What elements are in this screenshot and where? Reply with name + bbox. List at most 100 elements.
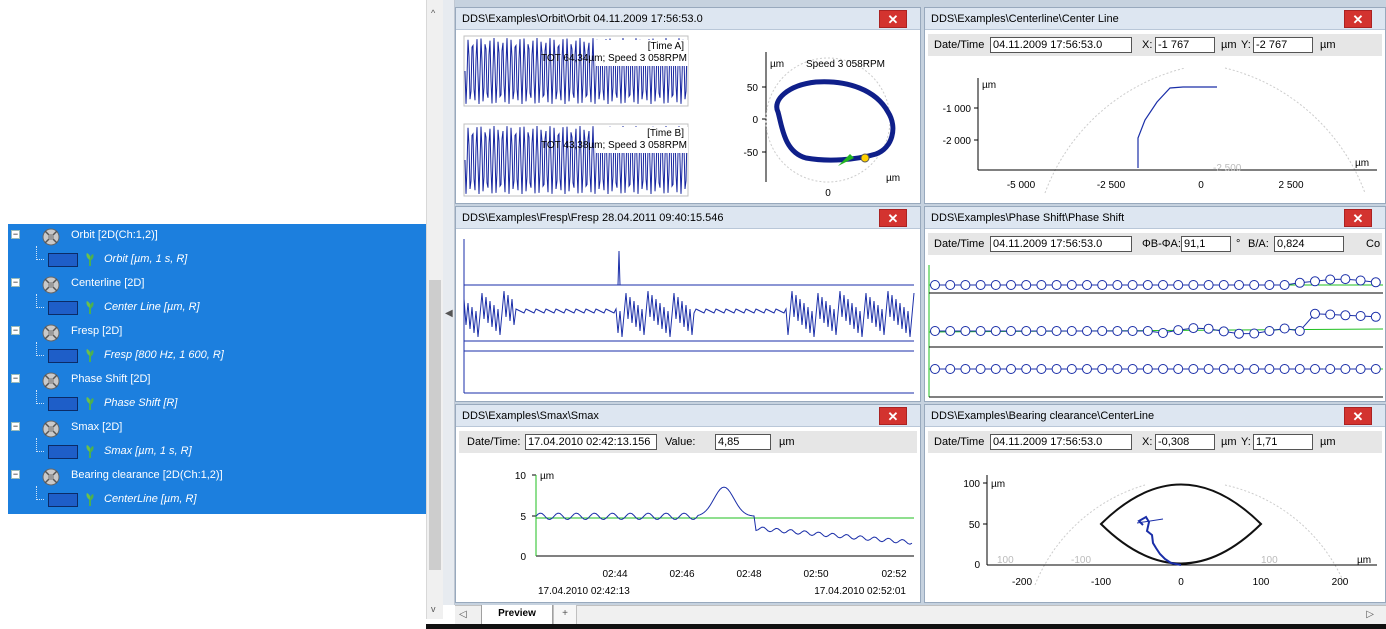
centerline-panel: DDS\Examples\Centerline\Center Line ✕ Da… <box>924 7 1386 204</box>
x-unit: µm <box>1221 436 1237 448</box>
tree-child-item[interactable]: Smax [µm, 1 s, R] <box>8 438 426 464</box>
ytick: 0 <box>520 552 526 563</box>
collapse-toggle-icon[interactable]: − <box>11 230 20 239</box>
close-button[interactable]: ✕ <box>1344 209 1372 227</box>
arc-label: -2 500 <box>1213 163 1242 174</box>
xtick: 02:46 <box>669 569 694 580</box>
x-label: X: <box>1142 39 1153 51</box>
x-label: X: <box>1142 436 1153 448</box>
value-unit: µm <box>779 436 795 448</box>
tab-scroll-right-icon[interactable]: ▷ <box>1366 609 1374 620</box>
sensor-gauge-icon <box>40 225 62 247</box>
tree-item-label: Fresp [2D] <box>71 325 123 337</box>
tree-connector <box>36 438 44 452</box>
collapse-toggle-icon[interactable]: − <box>11 422 20 431</box>
ytick: -1 000 <box>943 104 972 115</box>
info-bar: Date/Time 04.11.2009 17:56:53.0 X: -1 76… <box>928 34 1382 56</box>
xtick: 0 <box>1178 577 1184 588</box>
tree-child-label: CenterLine [µm, R] <box>104 493 197 505</box>
tree-child-item[interactable]: Center Line [µm, R] <box>8 294 426 320</box>
tree-item[interactable]: − Centerline [2D] <box>8 272 426 296</box>
ratio-label: B/A: <box>1248 238 1269 250</box>
leaf-icon <box>85 252 95 267</box>
close-button[interactable]: ✕ <box>1344 407 1372 425</box>
tree-child-label: Phase Shift [R] <box>104 397 178 409</box>
chart-view-icon <box>48 253 78 267</box>
phase-field: 91,1 <box>1181 236 1231 252</box>
tree-connector <box>36 294 44 308</box>
leaf-icon <box>85 348 95 363</box>
wave-b-tag: [Time B] <box>647 128 684 139</box>
close-button[interactable]: ✕ <box>879 10 907 28</box>
panel-title: DDS\Examples\Fresp\Fresp 28.04.2011 09:4… <box>462 212 724 224</box>
add-tab-button[interactable]: + <box>553 605 577 625</box>
y-field: -2 767 <box>1253 37 1313 53</box>
xtick: 200 <box>1332 577 1349 588</box>
tree-item[interactable]: − Orbit [2D(Ch:1,2)] <box>8 224 426 248</box>
tree-item-label: Bearing clearance [2D(Ch:1,2)] <box>71 469 223 481</box>
tree-child-item[interactable]: Phase Shift [R] <box>8 390 426 416</box>
tree-connector <box>36 390 44 404</box>
sensor-gauge-icon <box>40 417 62 439</box>
panel-header: DDS\Examples\Phase Shift\Phase Shift ✕ <box>925 207 1385 229</box>
xtick: -200 <box>1012 577 1032 588</box>
wave-a-tag: [Time A] <box>648 41 685 52</box>
ytick: -2 000 <box>943 136 972 147</box>
y-unit: µm <box>540 471 554 482</box>
collapse-arrow-icon[interactable]: ◀ <box>445 308 453 319</box>
collapse-toggle-icon[interactable]: − <box>11 278 20 287</box>
tree-item[interactable]: − Phase Shift [2D] <box>8 368 426 392</box>
panel-title: DDS\Examples\Centerline\Center Line <box>931 13 1119 25</box>
tab-scroll-left-icon[interactable]: ◁ <box>459 609 467 620</box>
tab-preview[interactable]: Preview <box>481 605 553 625</box>
tree-item-label: Orbit [2D(Ch:1,2)] <box>71 229 158 241</box>
x-axis-unit: µm <box>1355 158 1369 169</box>
date-field: 04.11.2009 17:56:53.0 <box>990 37 1132 53</box>
collapse-panel-strip[interactable]: ◀ <box>443 0 455 605</box>
orbit-xunit: µm <box>886 173 900 184</box>
date-field: 04.11.2009 17:56:53.0 <box>990 236 1132 252</box>
y-label: Y: <box>1241 39 1251 51</box>
axis-unit: µm <box>982 80 996 91</box>
close-button[interactable]: ✕ <box>879 407 907 425</box>
vertical-scrollbar[interactable]: ^ v <box>426 0 443 619</box>
xtick: 02:50 <box>803 569 828 580</box>
date-label: Date/Time <box>934 39 985 51</box>
panel-title: DDS\Examples\Bearing clearance\CenterLin… <box>931 410 1155 422</box>
date-field: 04.11.2009 17:56:53.0 <box>990 434 1132 450</box>
x-axis-unit: µm <box>1357 555 1371 566</box>
tree-item[interactable]: − Fresp [2D] <box>8 320 426 344</box>
close-button[interactable]: ✕ <box>1344 10 1372 28</box>
tree-child-item[interactable]: Orbit [µm, 1 s, R] <box>8 246 426 272</box>
x-field: -1 767 <box>1155 37 1215 53</box>
smax-chart: 10 µm 5 0 02:44 02:46 02:48 02:50 02:52 … <box>515 471 914 597</box>
wave-a-text: TOT 64,34µm; Speed 3 058RPM <box>541 53 687 64</box>
date-label: Date/Time <box>934 436 985 448</box>
tree-child-label: Center Line [µm, R] <box>104 301 200 313</box>
scrollbar-thumb[interactable] <box>429 280 441 570</box>
end-time: 17.04.2010 02:52:01 <box>814 586 906 597</box>
phase-shift-panel: DDS\Examples\Phase Shift\Phase Shift ✕ D… <box>924 206 1386 402</box>
chart-view-icon <box>48 301 78 315</box>
collapse-toggle-icon[interactable]: − <box>11 374 20 383</box>
orbit-panel: DDS\Examples\Orbit\Orbit 04.11.2009 17:5… <box>455 7 921 204</box>
close-button[interactable]: ✕ <box>879 209 907 227</box>
scroll-down-icon[interactable]: v <box>431 604 436 614</box>
xtick: 02:44 <box>602 569 627 580</box>
bearing-chart: 100 µm 50 0 -200 -100 0 100 200 100 -100… <box>963 475 1377 588</box>
collapse-toggle-icon[interactable]: − <box>11 326 20 335</box>
device-tree[interactable]: − Orbit [2D(Ch:1,2)] Orbit [µm, 1 s, R] − Ce… <box>8 224 426 514</box>
tree-child-item[interactable]: CenterLine [µm, R] <box>8 486 426 512</box>
tree-child-item[interactable]: Fresp [800 Hz, 1 600, R] <box>8 342 426 368</box>
panel-title: DDS\Examples\Smax\Smax <box>462 410 599 422</box>
tree-item-label: Centerline [2D] <box>71 277 145 289</box>
tree-item[interactable]: − Bearing clearance [2D(Ch:1,2)] <box>8 464 426 488</box>
collapse-toggle-icon[interactable]: − <box>11 470 20 479</box>
scroll-up-icon[interactable]: ^ <box>431 8 435 18</box>
tree-item[interactable]: − Smax [2D] <box>8 416 426 440</box>
xtick: 02:48 <box>736 569 761 580</box>
y-field: 1,71 <box>1253 434 1313 450</box>
chart-view-icon <box>48 445 78 459</box>
tab-bar: ◁ Preview + ▷ <box>455 605 1386 625</box>
preview-area: DDS\Examples\Orbit\Orbit 04.11.2009 17:5… <box>455 0 1386 605</box>
